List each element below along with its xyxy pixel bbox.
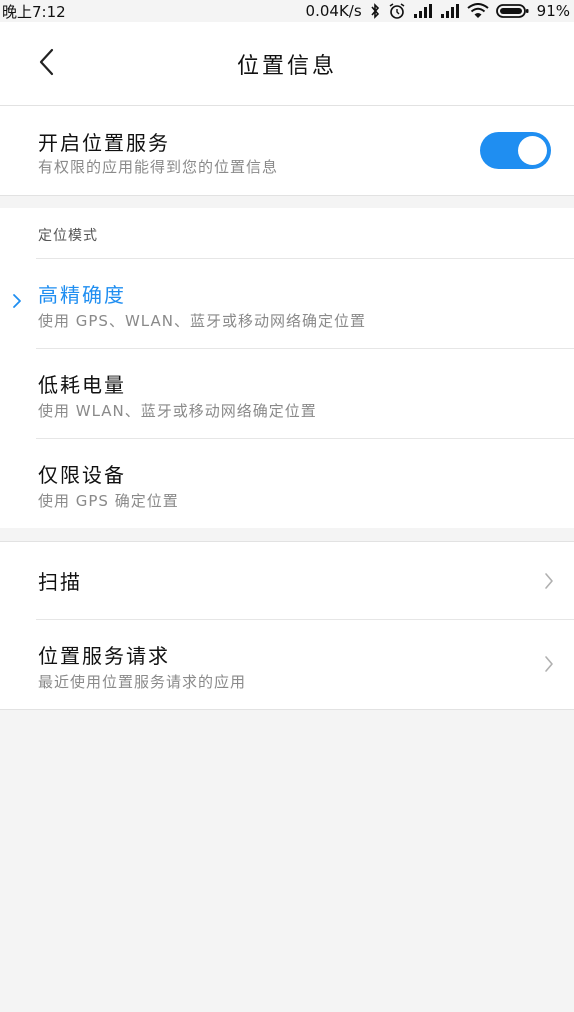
mode-section-label: 定位模式 (38, 228, 98, 244)
location-requests-row[interactable]: 位置服务请求 最近使用位置服务请求的应用 (0, 620, 574, 709)
mode-option-battery-saving[interactable]: 低耗电量 使用 WLAN、蓝牙或移动网络确定位置 (0, 349, 574, 438)
scan-row[interactable]: 扫描 (0, 542, 574, 619)
section-divider (0, 709, 574, 710)
mode-option-subtitle: 使用 GPS 确定位置 (38, 492, 179, 510)
location-service-card: 开启位置服务 有权限的应用能得到您的位置信息 (0, 106, 574, 195)
chevron-right-icon (12, 293, 22, 313)
other-settings-card: 扫描 位置服务请求 最近使用位置服务请求的应用 (0, 542, 574, 709)
signal-icon (440, 3, 460, 19)
mode-option-title: 仅限设备 (38, 463, 126, 487)
mode-option-title: 低耗电量 (38, 373, 126, 397)
alarm-icon (388, 2, 406, 20)
mode-option-subtitle: 使用 WLAN、蓝牙或移动网络确定位置 (38, 402, 317, 420)
bluetooth-icon (369, 3, 381, 19)
page-title: 位置信息 (236, 54, 337, 79)
toggle-knob (518, 136, 547, 165)
network-speed: 0.04K/s (305, 2, 362, 20)
status-time: 晚上7:12 (2, 2, 66, 21)
location-service-subtitle: 有权限的应用能得到您的位置信息 (38, 158, 279, 176)
scan-title: 扫描 (38, 570, 82, 594)
location-service-title: 开启位置服务 (38, 131, 170, 155)
status-bar: 晚上7:12 0.04K/s 91% (0, 0, 574, 22)
app-header: 位置信息 (0, 22, 574, 106)
mode-option-high-accuracy[interactable]: 高精确度 使用 GPS、WLAN、蓝牙或移动网络确定位置 (0, 259, 574, 348)
mode-card: 定位模式 高精确度 使用 GPS、WLAN、蓝牙或移动网络确定位置 低耗电量 使… (0, 208, 574, 528)
signal-icon (413, 3, 433, 19)
mode-option-device-only[interactable]: 仅限设备 使用 GPS 确定位置 (0, 439, 574, 528)
chevron-right-icon (544, 655, 554, 677)
mode-option-title: 高精确度 (38, 283, 126, 307)
status-icons: 0.04K/s 91% (306, 2, 574, 20)
wifi-icon (467, 3, 489, 19)
location-requests-title: 位置服务请求 (38, 644, 170, 668)
location-service-toggle[interactable] (480, 132, 551, 169)
section-divider (0, 195, 574, 196)
mode-option-subtitle: 使用 GPS、WLAN、蓝牙或移动网络确定位置 (38, 312, 366, 330)
battery-percent: 91% (536, 2, 570, 20)
chevron-right-icon (544, 572, 554, 594)
location-requests-subtitle: 最近使用位置服务请求的应用 (38, 673, 247, 691)
location-service-row[interactable]: 开启位置服务 有权限的应用能得到您的位置信息 (0, 106, 574, 195)
battery-icon (495, 3, 530, 19)
